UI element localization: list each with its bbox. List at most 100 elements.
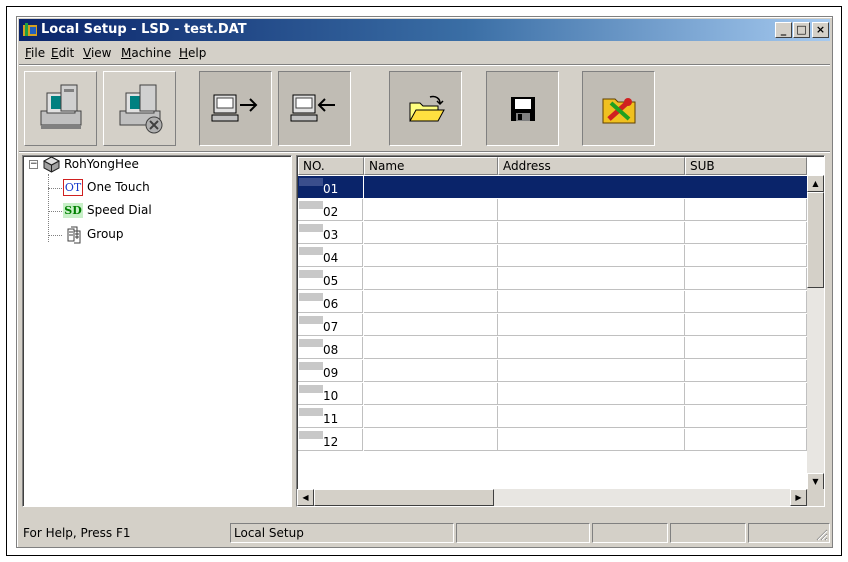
address-cell[interactable] [498,199,685,221]
sub-cell[interactable] [685,291,807,313]
sub-cell[interactable] [685,199,807,221]
table-row[interactable]: 10 [298,383,807,405]
scroll-down-icon[interactable]: ▼ [807,473,824,490]
address-cell[interactable] [498,222,685,244]
column-header-no[interactable]: NO. [298,157,364,175]
row-number-cell[interactable]: 02 [298,199,363,221]
scroll-left-icon[interactable]: ◀ [297,489,314,506]
name-cell[interactable] [364,383,498,405]
tree-collapse-toggle[interactable]: − [29,160,38,169]
sub-cell[interactable] [685,360,807,382]
minimize-button[interactable]: _ [775,22,792,38]
address-cell[interactable] [498,337,685,359]
row-number: 11 [323,412,339,426]
address-cell[interactable] [498,291,685,313]
tree-line [48,211,62,212]
tree-view[interactable]: − RohYongHee OT One Touch SD Speed Dial … [22,155,292,507]
column-header-address[interactable]: Address [498,157,685,175]
column-header-sub[interactable]: SUB [685,157,807,175]
name-cell[interactable] [364,199,498,221]
title-bar[interactable]: Local Setup - LSD - test.DAT _ □ × [19,19,830,41]
sub-cell[interactable] [685,176,807,198]
address-cell[interactable] [498,245,685,267]
table-row[interactable]: 04 [298,245,807,267]
table-row[interactable]: 03 [298,222,807,244]
menu-machine[interactable]: Machine [121,46,171,60]
name-cell[interactable] [364,314,498,336]
row-number-cell[interactable]: 03 [298,222,363,244]
name-cell[interactable] [364,406,498,428]
toolbar-button-save[interactable] [486,71,559,146]
row-number-cell[interactable]: 04 [298,245,363,267]
row-number-cell[interactable]: 06 [298,291,363,313]
name-cell[interactable] [364,268,498,290]
table-row[interactable]: 05 [298,268,807,290]
vertical-scroll-thumb[interactable] [807,192,824,288]
scroll-right-icon[interactable]: ▶ [790,489,807,506]
horizontal-scroll-thumb[interactable] [314,489,494,506]
row-number-cell[interactable]: 11 [298,406,363,428]
address-cell[interactable] [498,429,685,451]
menu-help[interactable]: Help [179,46,206,60]
name-cell[interactable] [364,245,498,267]
table-row[interactable]: 01 [298,176,807,198]
column-header-name[interactable]: Name [364,157,498,175]
maximize-button[interactable]: □ [793,22,810,38]
table-row[interactable]: 09 [298,360,807,382]
row-number-cell[interactable]: 07 [298,314,363,336]
table-row[interactable]: 02 [298,199,807,221]
name-cell[interactable] [364,222,498,244]
row-number: 05 [323,274,339,288]
row-number-cell[interactable]: 09 [298,360,363,382]
menu-file[interactable]: File [25,46,45,60]
sub-cell[interactable] [685,406,807,428]
sub-cell[interactable] [685,245,807,267]
row-number-cell[interactable]: 12 [298,429,363,451]
address-cell[interactable] [498,383,685,405]
sub-cell[interactable] [685,429,807,451]
computer-icon [40,84,81,129]
row-number-cell[interactable]: 08 [298,337,363,359]
toolbar-button-send[interactable] [199,71,272,146]
row-number-cell[interactable]: 10 [298,383,363,405]
table-row[interactable]: 07 [298,314,807,336]
name-cell[interactable] [364,291,498,313]
menu-bar: File Edit View Machine Help [19,43,830,63]
menu-view[interactable]: View [83,46,111,60]
address-cell[interactable] [498,314,685,336]
row-number-cell[interactable]: 01 [298,176,363,198]
horizontal-scrollbar[interactable]: ◀ ▶ [297,489,807,506]
name-cell[interactable] [364,429,498,451]
toolbar-button-receive[interactable] [278,71,351,146]
status-mode: Local Setup [230,523,454,543]
sub-cell[interactable] [685,314,807,336]
name-cell[interactable] [364,337,498,359]
name-cell[interactable] [364,176,498,198]
scroll-up-icon[interactable]: ▲ [807,175,824,192]
sub-cell[interactable] [685,222,807,244]
table-row[interactable]: 08 [298,337,807,359]
table-row[interactable]: 11 [298,406,807,428]
menu-edit[interactable]: Edit [51,46,74,60]
sub-cell[interactable] [685,337,807,359]
table-row[interactable]: 12 [298,429,807,451]
address-cell[interactable] [498,268,685,290]
toolbar-button-computer[interactable] [24,71,97,146]
table-row[interactable]: 06 [298,291,807,313]
close-button[interactable]: × [812,22,829,38]
row-number-cell[interactable]: 05 [298,268,363,290]
status-help-text: For Help, Press F1 [23,526,131,540]
sub-cell[interactable] [685,268,807,290]
toolbar-button-tools[interactable] [582,71,655,146]
vertical-scrollbar[interactable]: ▲ ▼ [807,175,824,490]
toolbar-button-disconnect[interactable] [103,71,176,146]
send-to-machine-icon [211,94,257,121]
sub-cell[interactable] [685,383,807,405]
entries-grid[interactable]: NO. Name Address SUB 01 02 03 04 05 06 07 08 09 1… [296,155,825,507]
address-cell[interactable] [498,360,685,382]
address-cell[interactable] [498,406,685,428]
toolbar-button-open[interactable] [389,71,462,146]
resize-grip-icon[interactable] [814,527,828,541]
name-cell[interactable] [364,360,498,382]
address-cell[interactable] [498,176,685,198]
